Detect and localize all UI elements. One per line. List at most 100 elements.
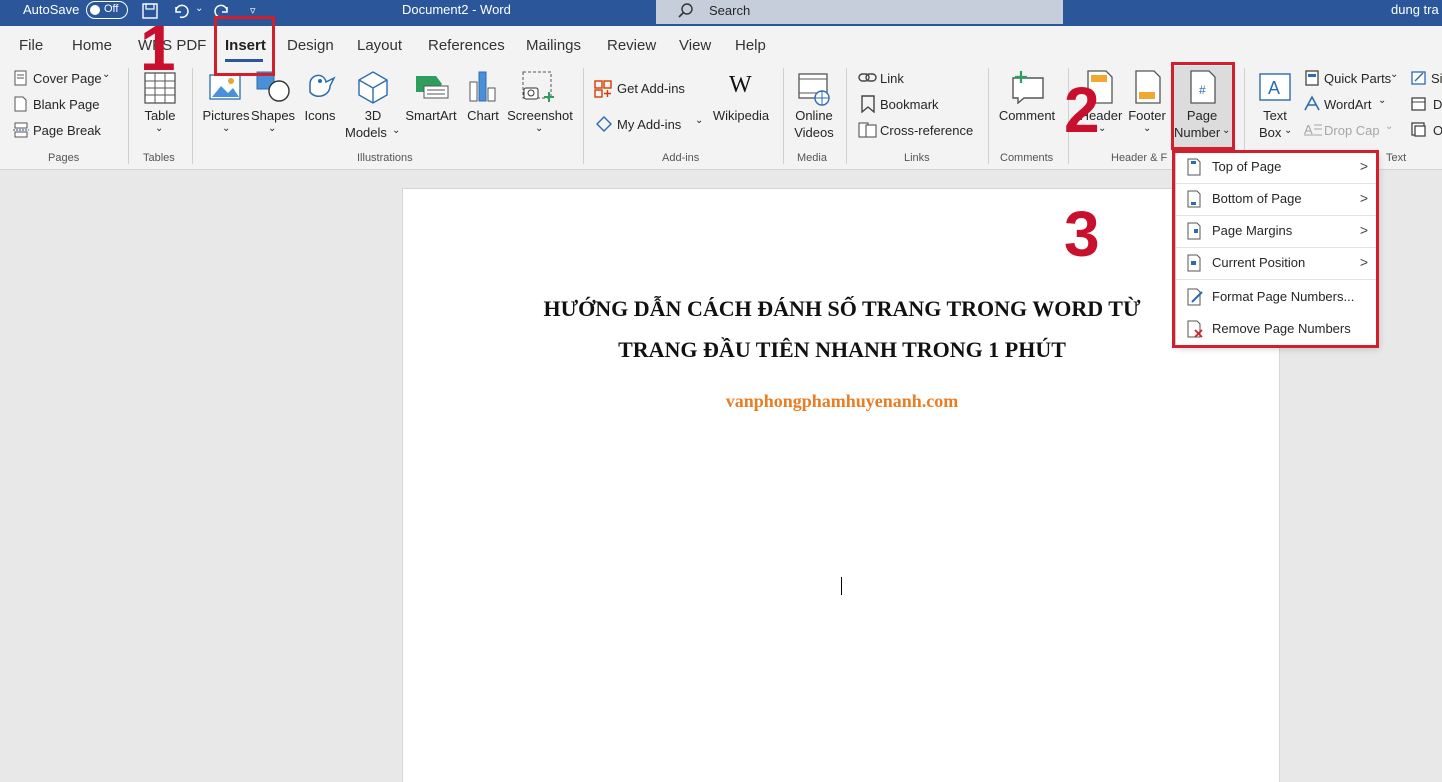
- footer-dropdown-icon[interactable]: ⌄: [1143, 123, 1151, 134]
- cover-page-dropdown-icon[interactable]: ⌄: [102, 69, 110, 80]
- document-page[interactable]: HƯỚNG DẪN CÁCH ĐÁNH SỐ TRANG TRONG WORD …: [402, 188, 1280, 782]
- divider: [783, 68, 784, 164]
- bookmark-button[interactable]: Bookmark: [880, 97, 939, 112]
- group-label-illustrations: Illustrations: [357, 152, 413, 164]
- chart-icon: [469, 71, 496, 102]
- annotation-step-1: 1: [140, 12, 176, 84]
- table-button[interactable]: Table: [140, 108, 180, 123]
- get-add-ins-button[interactable]: Get Add-ins: [617, 81, 685, 96]
- autosave-toggle[interactable]: Off: [86, 1, 128, 19]
- undo-dropdown-icon[interactable]: ⌄: [195, 3, 203, 14]
- tab-layout[interactable]: Layout: [357, 37, 402, 54]
- annotation-step-3: 3: [1064, 198, 1100, 270]
- comment-button[interactable]: Comment: [994, 108, 1060, 123]
- chart-button[interactable]: Chart: [463, 108, 503, 123]
- text-cursor: [841, 577, 842, 595]
- tab-design[interactable]: Design: [287, 37, 334, 54]
- drop-cap-dropdown-icon[interactable]: ⌄: [1385, 121, 1393, 132]
- search-placeholder: Search: [709, 3, 751, 18]
- wordart-button[interactable]: WordArt: [1324, 97, 1371, 112]
- tab-review[interactable]: Review: [607, 37, 656, 54]
- tab-references[interactable]: References: [428, 37, 505, 54]
- text-box-label-2[interactable]: Box: [1259, 125, 1281, 140]
- document-url: vanphongphamhuyenanh.com: [725, 391, 959, 411]
- group-label-comments: Comments: [1000, 152, 1054, 164]
- shapes-button[interactable]: Shapes: [250, 108, 296, 123]
- search-icon: [678, 3, 693, 18]
- wordart-dropdown-icon[interactable]: ⌄: [1378, 95, 1386, 106]
- online-videos-label-1[interactable]: Online: [792, 108, 836, 123]
- search-box[interactable]: Search: [656, 0, 1063, 24]
- my-add-ins-icon: [596, 116, 612, 132]
- footer-button[interactable]: Footer: [1124, 108, 1170, 123]
- wikipedia-icon: W: [729, 72, 752, 98]
- object-icon: [1411, 122, 1426, 137]
- annotation-step-2: 2: [1064, 74, 1100, 146]
- group-label-pages: Pages: [48, 152, 80, 164]
- document-title-line-2: TRANG ĐẦU TIÊN NHANH TRONG 1 PHÚT: [618, 337, 1066, 362]
- signature-line-button[interactable]: Si: [1431, 71, 1442, 86]
- cover-page-button[interactable]: Cover Page: [33, 71, 102, 86]
- drop-cap-button[interactable]: Drop Cap: [1324, 123, 1380, 138]
- screenshot-icon: [522, 71, 554, 102]
- pictures-icon: [209, 74, 241, 100]
- tab-help[interactable]: Help: [735, 37, 766, 54]
- autosave-label: AutoSave: [23, 2, 80, 17]
- date-time-button[interactable]: D: [1433, 97, 1442, 112]
- pictures-dropdown-icon[interactable]: ⌄: [222, 123, 230, 134]
- svg-text:A: A: [1268, 78, 1280, 98]
- group-label-tables: Tables: [143, 152, 175, 164]
- blank-page-button[interactable]: Blank Page: [33, 97, 100, 112]
- text-box-label-1[interactable]: Text: [1255, 108, 1295, 123]
- annotation-box-page-number: [1171, 62, 1235, 150]
- divider: [988, 68, 989, 164]
- cross-reference-button[interactable]: Cross-reference: [880, 123, 973, 138]
- page-break-button[interactable]: Page Break: [33, 123, 101, 138]
- group-label-add-ins: Add-ins: [662, 152, 700, 164]
- user-name[interactable]: dung tra: [1391, 2, 1439, 17]
- tab-mailings[interactable]: Mailings: [526, 37, 581, 54]
- footer-icon: [1135, 70, 1161, 104]
- tab-file[interactable]: File: [19, 37, 43, 54]
- toggle-knob: [90, 5, 100, 15]
- 3d-models-icon: [358, 71, 388, 104]
- shapes-dropdown-icon[interactable]: ⌄: [268, 123, 276, 134]
- table-dropdown-icon[interactable]: ⌄: [155, 123, 163, 134]
- cover-page-icon: [14, 70, 27, 86]
- tab-home[interactable]: Home: [72, 37, 112, 54]
- 3d-models-label-1[interactable]: 3D: [353, 108, 393, 123]
- document-title: Document2 - Word: [402, 2, 511, 17]
- my-add-ins-button[interactable]: My Add-ins: [617, 117, 681, 132]
- 3d-models-label-2[interactable]: Models: [345, 125, 387, 140]
- signature-line-icon: [1411, 71, 1426, 85]
- object-button[interactable]: O: [1433, 123, 1442, 138]
- group-label-header-footer: Header & F: [1111, 152, 1168, 164]
- date-time-icon: [1411, 97, 1426, 111]
- get-add-ins-icon: [594, 80, 612, 98]
- autosave-toggle-state: Off: [104, 3, 119, 15]
- quick-parts-dropdown-icon[interactable]: ⌄: [1390, 69, 1398, 80]
- online-videos-icon: [798, 73, 830, 106]
- text-box-dropdown-icon[interactable]: ⌄: [1284, 125, 1292, 136]
- page-break-icon: [13, 122, 29, 138]
- icons-icon: [309, 74, 336, 97]
- divider: [846, 68, 847, 164]
- screenshot-button[interactable]: Screenshot: [506, 108, 574, 123]
- document-title-line-1: HƯỚNG DẪN CÁCH ĐÁNH SỐ TRANG TRONG WORD …: [543, 296, 1141, 321]
- link-button[interactable]: Link: [880, 71, 904, 86]
- icons-button[interactable]: Icons: [300, 108, 340, 123]
- blank-page-icon: [14, 96, 27, 112]
- smartart-button[interactable]: SmartArt: [404, 108, 458, 123]
- pictures-button[interactable]: Pictures: [202, 108, 250, 123]
- tab-view[interactable]: View: [679, 37, 711, 54]
- my-add-ins-dropdown-icon[interactable]: ⌄: [695, 115, 703, 126]
- quick-parts-button[interactable]: Quick Parts: [1324, 71, 1391, 86]
- divider: [192, 68, 193, 164]
- wikipedia-button[interactable]: Wikipedia: [708, 108, 774, 123]
- bookmark-icon: [861, 95, 875, 113]
- smartart-icon: [416, 76, 449, 99]
- drop-cap-icon: A: [1304, 122, 1322, 137]
- screenshot-dropdown-icon[interactable]: ⌄: [535, 123, 543, 134]
- online-videos-label-2[interactable]: Videos: [792, 125, 836, 140]
- 3d-models-dropdown-icon[interactable]: ⌄: [392, 125, 400, 136]
